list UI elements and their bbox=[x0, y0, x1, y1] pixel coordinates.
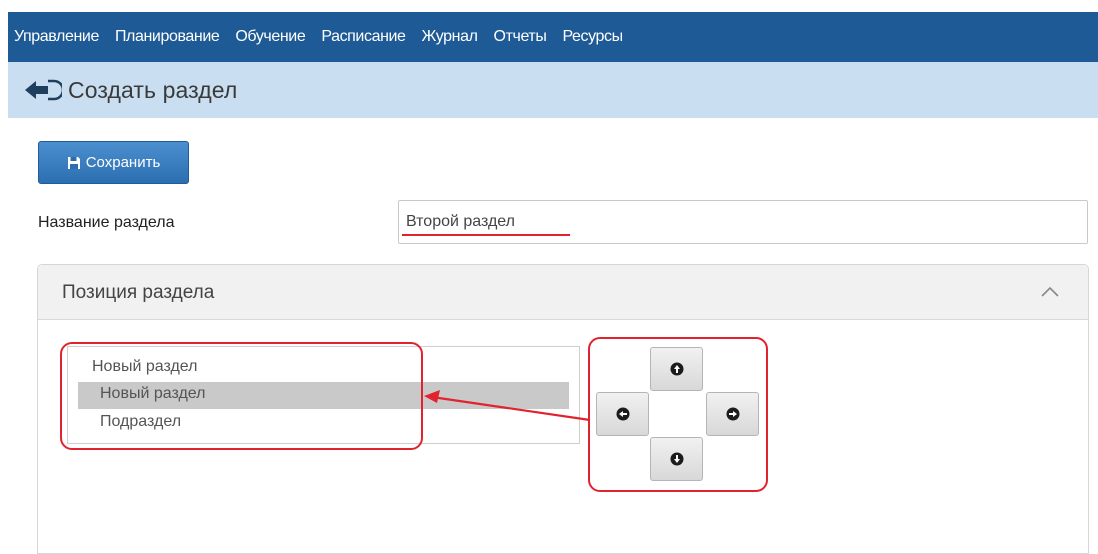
position-panel-header[interactable]: Позиция раздела bbox=[38, 265, 1088, 320]
section-name-input[interactable] bbox=[398, 200, 1088, 244]
section-name-label: Название раздела bbox=[38, 214, 175, 231]
nav-item-resources[interactable]: Ресурсы bbox=[553, 28, 629, 46]
nav-item-learning[interactable]: Обучение bbox=[226, 28, 312, 46]
nav-item-reports[interactable]: Отчеты bbox=[485, 28, 554, 46]
save-button[interactable]: Сохранить bbox=[38, 141, 189, 184]
position-panel-title: Позиция раздела bbox=[62, 282, 215, 303]
nav-item-planning[interactable]: Планирование bbox=[106, 28, 226, 46]
nav-item-journal[interactable]: Журнал bbox=[413, 28, 485, 46]
arrow-circle-left-icon[interactable] bbox=[22, 78, 62, 102]
save-button-label: Сохранить bbox=[85, 154, 161, 171]
annotation-tree-highlight bbox=[60, 342, 423, 450]
top-navigation: Управление Планирование Обучение Расписа… bbox=[8, 12, 1098, 62]
annotation-underline bbox=[402, 234, 570, 236]
page-header: Создать раздел bbox=[8, 62, 1098, 118]
nav-item-management[interactable]: Управление bbox=[8, 28, 106, 46]
save-icon bbox=[67, 156, 80, 169]
annotation-buttons-highlight bbox=[588, 337, 768, 492]
chevron-up-icon[interactable] bbox=[1040, 285, 1060, 297]
nav-item-schedule[interactable]: Расписание bbox=[312, 28, 412, 46]
page-title: Создать раздел bbox=[68, 76, 238, 103]
